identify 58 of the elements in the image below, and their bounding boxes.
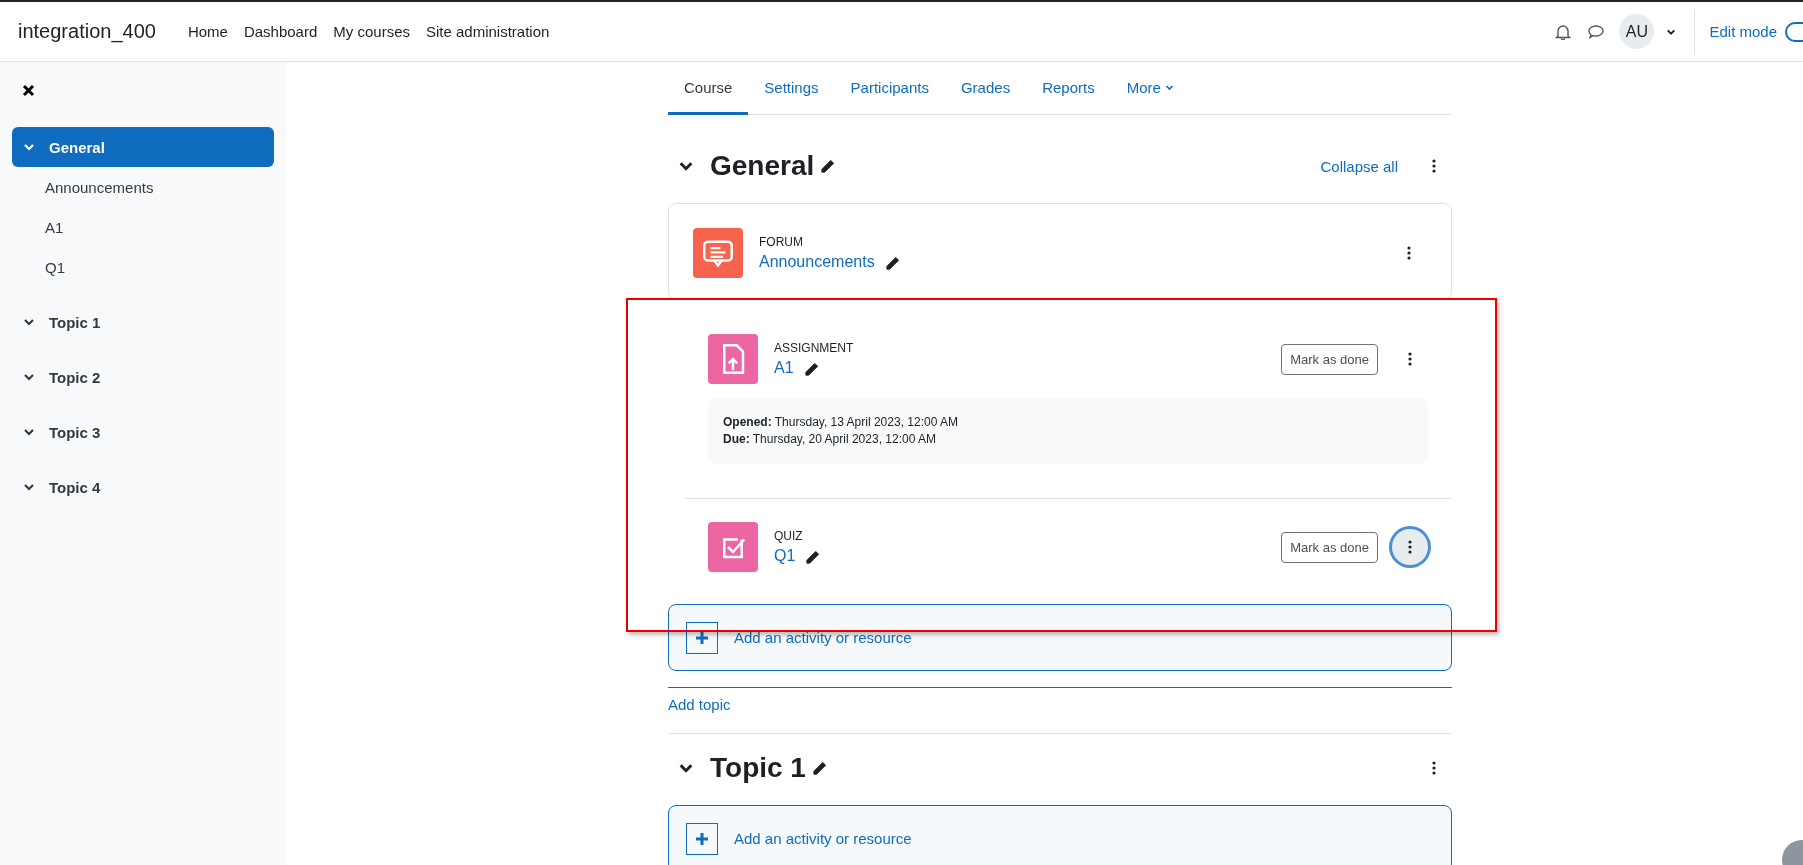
bell-icon[interactable] [1555,23,1572,40]
course-tab[interactable]: Settings [748,62,835,115]
add-activity-button[interactable]: Add an activity or resource [668,805,1452,865]
pencil-icon[interactable] [884,255,900,271]
chevron-down-icon[interactable] [23,371,35,383]
date-text: Due: Thursday, 20 April 2023, 12:00 AM [723,431,937,448]
pencil-icon[interactable] [811,760,827,776]
pencil-icon[interactable] [803,361,819,377]
course-index-section[interactable]: Topic 3 [12,412,274,452]
plus-icon [695,831,709,846]
activity-link[interactable]: Q1 [774,547,796,564]
close-icon[interactable] [22,84,35,97]
course-tab[interactable]: Participants [834,62,945,115]
mark-as-done-button[interactable]: Mark as done [1281,531,1378,563]
nav-link[interactable]: Home [187,23,228,40]
course-index-section[interactable]: General [12,127,274,167]
nav-link[interactable]: Dashboard [243,23,318,40]
edit-mode-label[interactable]: Edit mode [1709,23,1777,40]
nav-link[interactable]: Site administration [426,23,550,40]
activity-type-label: ASSIGNMENT [774,341,855,355]
course-index-section[interactable]: Topic 1 [12,302,274,342]
site-name[interactable]: integration_400 [18,20,156,43]
nav-link[interactable]: My courses [333,23,410,40]
more-options-icon [1408,352,1412,366]
activity-type-label: QUIZ [774,529,804,543]
course-tab[interactable]: More [1110,62,1190,115]
course-tab[interactable]: Grades [944,62,1027,115]
course-tab[interactable]: Course [668,62,749,115]
course-index-item[interactable]: Q1 [12,247,274,287]
course-index-section[interactable]: Topic 4 [12,467,274,507]
activity-link[interactable]: Announcements [759,253,875,270]
plus-icon [695,630,709,645]
activity-link[interactable]: A1 [774,359,794,376]
date-text: Opened: Thursday, 13 April 2023, 12:00 AM [723,414,959,431]
mark-as-done-button[interactable]: Mark as done [1281,343,1378,375]
more-options-icon [1432,761,1436,775]
chevron-down-icon[interactable] [23,316,35,328]
more-options-button[interactable] [1392,529,1428,565]
collapse-all-link[interactable]: Collapse all [1320,157,1398,175]
more-options-icon [1408,540,1412,554]
chevron-down-icon[interactable] [23,426,35,438]
section-title: General [710,150,815,182]
add-activity-button[interactable]: Add an activity or resource [668,604,1452,671]
more-options-icon [1407,246,1411,260]
add-topic-link[interactable]: Add topic [668,696,731,713]
course-tab[interactable]: Reports [1026,62,1111,115]
activity-type-label: FORUM [759,235,804,249]
course-index-section[interactable]: Topic 2 [12,357,274,397]
more-options-icon [1432,159,1436,173]
chat-bubble-icon[interactable] [1587,23,1606,40]
course-index-item[interactable]: Announcements [12,167,274,207]
user-avatar[interactable]: AU [1619,14,1655,49]
section-title: Topic 1 [710,752,806,784]
pencil-icon[interactable] [805,549,821,565]
chevron-down-icon[interactable] [23,481,35,493]
edit-mode-toggle[interactable] [1785,21,1803,42]
pencil-icon[interactable] [820,158,836,174]
course-index-item[interactable]: A1 [12,207,274,247]
